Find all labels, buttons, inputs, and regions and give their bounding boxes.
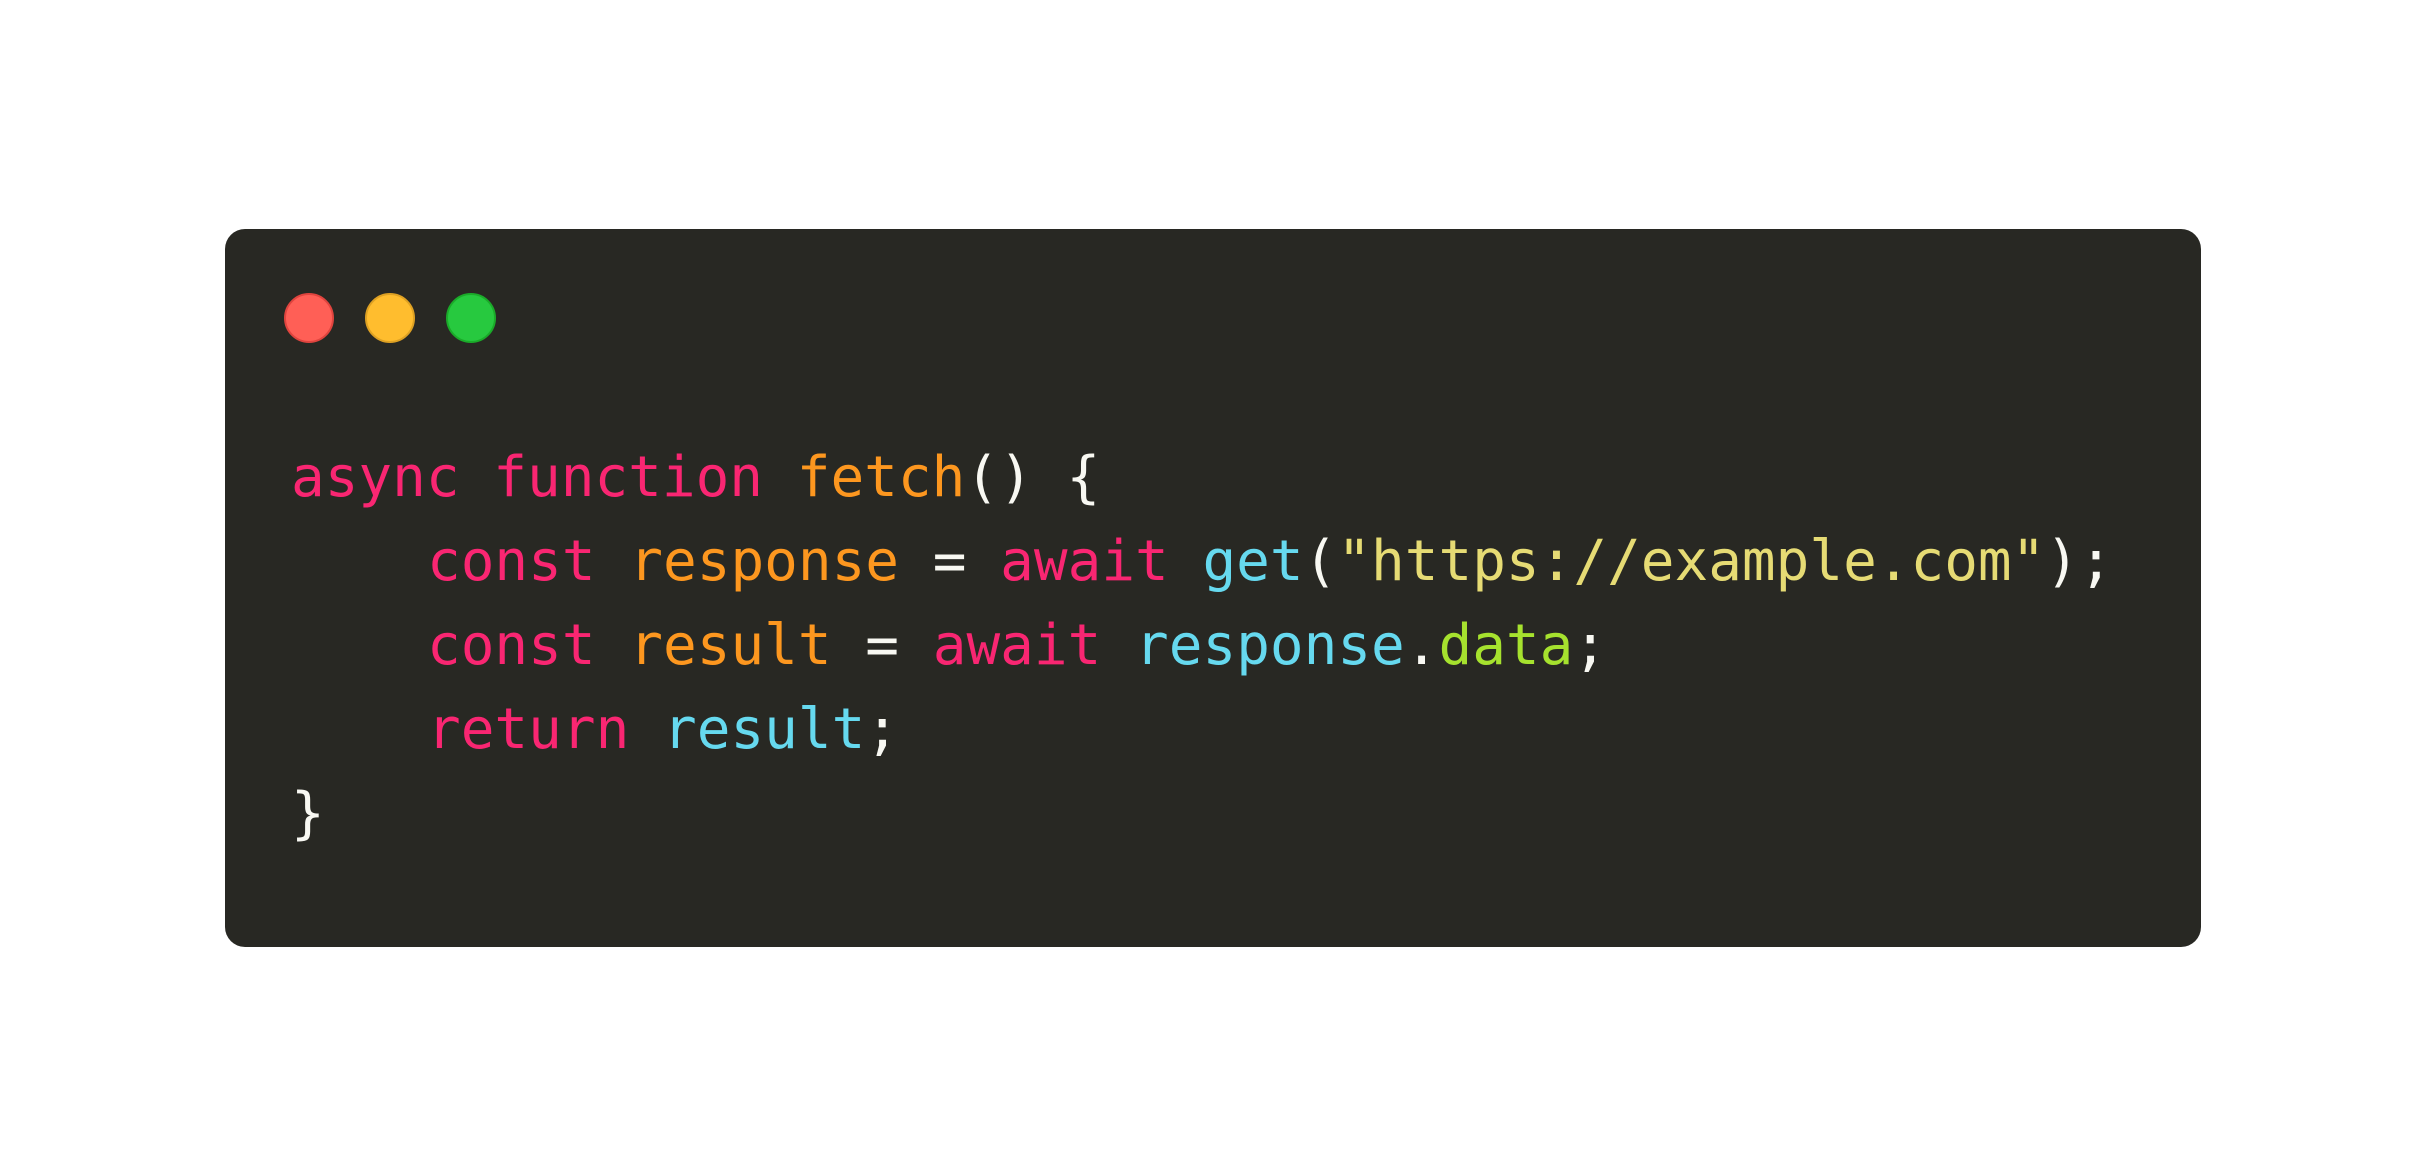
code-token: function	[493, 445, 764, 510]
code-token: async	[291, 445, 460, 510]
code-line: return result;	[291, 688, 2113, 772]
code-token: (	[1303, 529, 1338, 594]
code-block: async function fetch() {const response =…	[291, 436, 2113, 856]
code-token: const	[427, 529, 596, 594]
maximize-button[interactable]	[446, 293, 496, 343]
code-token: ;	[865, 697, 900, 762]
code-token: return	[427, 697, 630, 762]
code-line: async function fetch() {	[291, 436, 2113, 520]
code-token: () {	[965, 445, 1101, 510]
code-token: =	[831, 613, 933, 678]
code-token: result	[629, 613, 832, 678]
code-token: get	[1202, 529, 1304, 594]
code-token: result	[663, 697, 866, 762]
code-token: response	[1135, 613, 1405, 678]
code-token: ;	[1573, 613, 1608, 678]
code-token: =	[899, 529, 1001, 594]
code-token: data	[1438, 613, 1574, 678]
code-line: }	[291, 772, 2113, 856]
code-line: const result = await response.data;	[291, 604, 2113, 688]
close-button[interactable]	[284, 293, 334, 343]
window-controls	[284, 293, 496, 343]
code-window: async function fetch() {const response =…	[225, 229, 2201, 947]
code-line: const response = await get("https://exam…	[291, 520, 2113, 604]
code-token: "https://example.com"	[1337, 529, 2046, 594]
code-token: fetch	[796, 445, 966, 510]
code-token: );	[2045, 529, 2113, 594]
code-token: await	[932, 613, 1102, 678]
code-token: }	[291, 781, 325, 846]
code-token: const	[427, 613, 596, 678]
minimize-button[interactable]	[365, 293, 415, 343]
code-token: .	[1404, 613, 1439, 678]
code-token: await	[1000, 529, 1169, 594]
code-token: response	[629, 529, 900, 594]
